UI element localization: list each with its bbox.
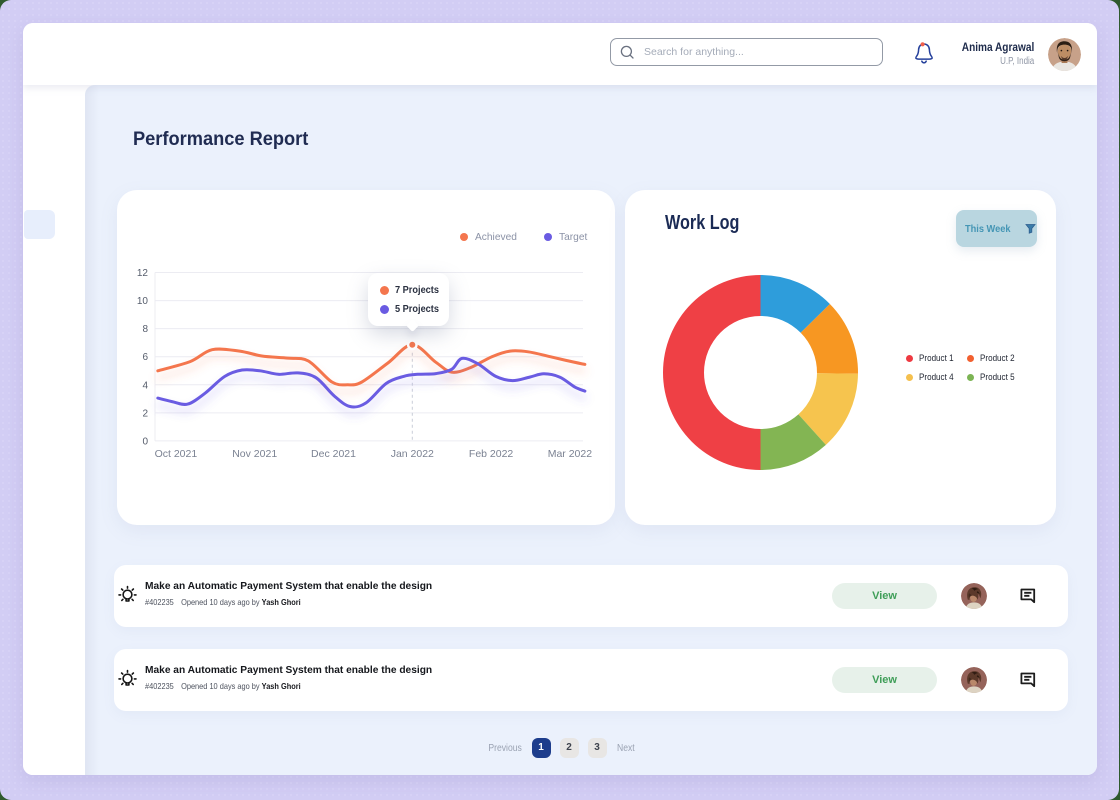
line-chart: 0 2 4 6 8 10 12 Oct 2021 Nov 2021 Dec 2021 Jan 202… xyxy=(117,190,615,525)
user-block[interactable]: Anima Agrawal U.P, India xyxy=(948,39,1034,69)
work-log-card: Work Log This Week Product 1Product 2Pro… xyxy=(625,190,1056,525)
pagination-previous[interactable]: Previous xyxy=(488,742,522,754)
work-log-legend-item: Product 2 xyxy=(967,353,1021,364)
assignee-avatar-image xyxy=(961,667,987,693)
view-button[interactable]: View xyxy=(832,583,937,609)
svg-text:10: 10 xyxy=(137,296,149,307)
legend-label: Product 2 xyxy=(980,353,1015,364)
pagination-page-2[interactable]: 2 xyxy=(560,738,579,758)
performance-chart-card: Achieved Target 024681012Oct 2021Nov 202… xyxy=(117,190,615,525)
lightbulb-icon xyxy=(114,666,141,693)
legend-label: Product 1 xyxy=(919,353,954,364)
header: Anima Agrawal U.P, India xyxy=(23,23,1097,85)
notification-dot xyxy=(921,42,925,46)
bell-icon xyxy=(914,42,934,64)
tooltip-achieved-label: 7 Projects xyxy=(395,285,439,296)
task-author: Yash Ghori xyxy=(262,681,301,691)
svg-text:Nov 2021: Nov 2021 xyxy=(232,448,277,460)
tooltip-achieved-dot xyxy=(380,286,389,295)
pagination-page-3[interactable]: 3 xyxy=(588,738,607,758)
search-icon xyxy=(620,45,635,60)
work-log-legend-item: Product 4 xyxy=(906,372,967,383)
legend-dot xyxy=(967,355,974,362)
tooltip-row-target: 5 Projects xyxy=(380,302,449,317)
tooltip-row-achieved: 7 Projects xyxy=(380,283,449,298)
comment-button[interactable] xyxy=(1020,672,1037,689)
svg-text:2: 2 xyxy=(142,408,148,419)
assignee-avatar[interactable] xyxy=(961,583,987,609)
task-author: Yash Ghori xyxy=(262,597,301,607)
comment-icon xyxy=(1020,672,1037,689)
work-log-legend-item: Product 5 xyxy=(967,372,1021,383)
legend-dot xyxy=(967,374,974,381)
page-title: Performance Report xyxy=(133,129,308,151)
legend-dot xyxy=(906,355,913,362)
user-avatar[interactable] xyxy=(1048,38,1081,71)
svg-text:Dec 2021: Dec 2021 xyxy=(311,448,356,460)
svg-text:6: 6 xyxy=(142,352,148,363)
lightbulb-icon xyxy=(114,582,141,609)
svg-text:Feb 2022: Feb 2022 xyxy=(469,448,514,460)
main-content: Performance Report Achieved Target 02468… xyxy=(85,85,1098,775)
task-row: Make an Automatic Payment System that en… xyxy=(114,565,1068,627)
notification-bell-button[interactable] xyxy=(909,37,941,69)
task-opened: Opened 10 days ago by xyxy=(181,597,260,607)
svg-text:Mar 2022: Mar 2022 xyxy=(548,448,593,460)
chart-tooltip: 7 Projects 5 Projects xyxy=(368,273,449,326)
svg-text:Oct 2021: Oct 2021 xyxy=(155,448,198,460)
user-name: Anima Agrawal xyxy=(962,39,1034,55)
legend-label: Product 4 xyxy=(919,372,954,383)
task-id: #402235 xyxy=(145,597,174,607)
pagination-page-1[interactable]: 1 xyxy=(532,738,551,758)
legend-label: Product 5 xyxy=(980,372,1015,383)
svg-text:12: 12 xyxy=(137,268,149,279)
sidebar xyxy=(23,85,85,775)
user-location: U.P, India xyxy=(965,55,1034,69)
task-subtitle: #402235 Opened 10 days ago by Yash Ghori xyxy=(145,681,403,691)
app-window: Performance Report Achieved Target 02468… xyxy=(23,23,1097,775)
task-info: Make an Automatic Payment System that en… xyxy=(145,580,441,607)
work-log-legend-item: Product 1 xyxy=(906,353,967,364)
tooltip-target-label: 5 Projects xyxy=(395,304,439,315)
task-title: Make an Automatic Payment System that en… xyxy=(145,580,432,592)
pagination: Previous 1 2 3 Next xyxy=(85,738,1097,760)
svg-text:Jan 2022: Jan 2022 xyxy=(391,448,434,460)
assignee-avatar[interactable] xyxy=(961,667,987,693)
task-subtitle: #402235 Opened 10 days ago by Yash Ghori xyxy=(145,597,403,607)
task-row: Make an Automatic Payment System that en… xyxy=(114,649,1068,711)
legend-dot xyxy=(906,374,913,381)
task-opened: Opened 10 days ago by xyxy=(181,681,260,691)
svg-text:4: 4 xyxy=(142,380,148,391)
view-button[interactable]: View xyxy=(832,667,937,693)
tooltip-target-dot xyxy=(380,305,389,314)
pagination-next[interactable]: Next xyxy=(617,742,635,754)
svg-text:8: 8 xyxy=(142,324,148,335)
task-id: #402235 xyxy=(145,681,174,691)
sidebar-item-active[interactable] xyxy=(24,210,55,239)
assignee-avatar-image xyxy=(961,583,987,609)
search-input[interactable] xyxy=(635,46,855,58)
work-log-legend: Product 1 Product 2 Product 4 Product 5 xyxy=(906,353,1021,383)
comment-button[interactable] xyxy=(1020,588,1037,605)
search-box[interactable] xyxy=(610,38,883,66)
task-info: Make an Automatic Payment System that en… xyxy=(145,664,441,691)
comment-icon xyxy=(1020,588,1037,605)
task-title: Make an Automatic Payment System that en… xyxy=(145,664,432,676)
svg-text:0: 0 xyxy=(142,436,148,447)
